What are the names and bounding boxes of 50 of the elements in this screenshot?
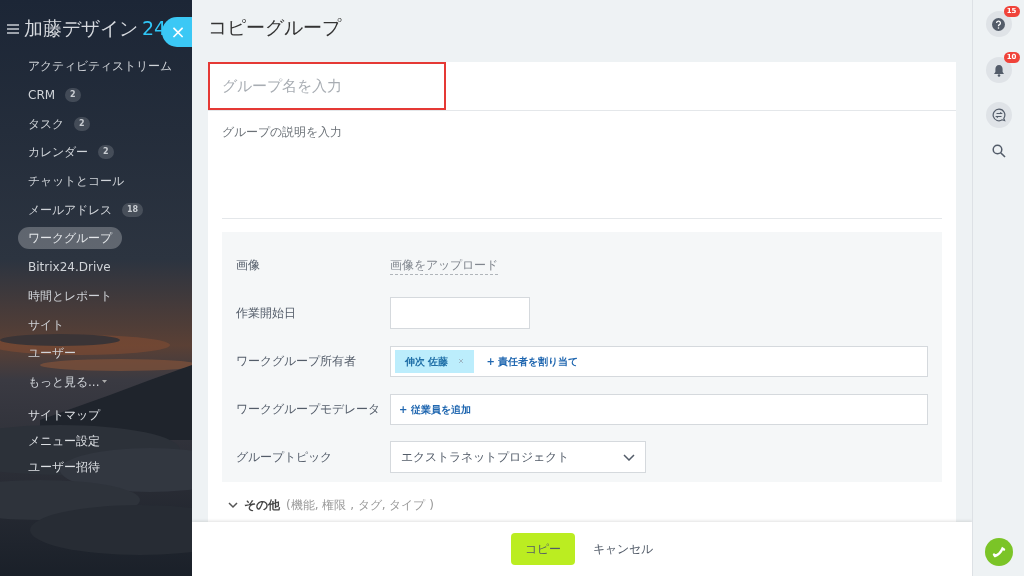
counter-badge: 2 bbox=[65, 88, 81, 103]
menu-icon[interactable] bbox=[6, 22, 20, 35]
sidebar-item[interactable]: タスク bbox=[18, 114, 74, 133]
sidebar-link[interactable]: メニュー設定 bbox=[0, 432, 192, 451]
chevron-down-icon bbox=[623, 453, 635, 461]
sidebar-item[interactable]: ワークグループ bbox=[18, 227, 122, 250]
counter-badge: 18 bbox=[122, 202, 144, 217]
cancel-button[interactable]: キャンセル bbox=[593, 533, 653, 565]
add-link[interactable]: + 責任者を割り当て bbox=[482, 353, 583, 369]
more-hint: (機能, 権限 , タグ, タイプ ) bbox=[286, 497, 434, 514]
more-toggle[interactable]: その他 bbox=[244, 496, 280, 514]
more-link[interactable]: もっと見る... bbox=[28, 372, 100, 391]
bell-icon bbox=[992, 63, 1005, 77]
topic-select[interactable]: エクストラネットプロジェクト bbox=[390, 441, 646, 473]
upload-link[interactable]: 画像をアップロード bbox=[390, 255, 498, 275]
sidebar-item[interactable]: 時間とレポート bbox=[18, 286, 122, 305]
search-icon[interactable] bbox=[991, 144, 1006, 158]
description-field[interactable]: グループの説明を入力 bbox=[222, 111, 942, 219]
field-label: ワークグループ所有者 bbox=[236, 353, 357, 369]
field-label: ワークグループモデレータ bbox=[236, 401, 381, 417]
field-label: 作業開始日 bbox=[236, 305, 297, 321]
counter-badge: 2 bbox=[74, 116, 90, 131]
sidebar-item[interactable]: アクティビティストリーム bbox=[18, 57, 182, 76]
date-field[interactable] bbox=[390, 297, 530, 329]
sidebar-item[interactable]: サイト bbox=[18, 315, 74, 334]
sidebar-item[interactable]: カレンダー bbox=[18, 143, 98, 162]
sidebar-item[interactable]: メールアドレス bbox=[18, 200, 122, 219]
chat-button[interactable] bbox=[985, 102, 1012, 128]
field-label: 画像 bbox=[236, 257, 261, 273]
chat-icon bbox=[991, 108, 1006, 122]
chevron-down-icon[interactable] bbox=[228, 501, 238, 509]
counter-badge: 2 bbox=[98, 145, 114, 160]
sidebar-link[interactable]: サイトマップ bbox=[0, 406, 192, 425]
notifications-button[interactable] bbox=[985, 57, 1012, 83]
sidebar-item[interactable]: ユーザー bbox=[18, 344, 86, 363]
logo-text: 加藤デザイン bbox=[24, 19, 138, 38]
help-button[interactable] bbox=[985, 11, 1012, 37]
people-field[interactable]: + 従業員を追加 bbox=[390, 393, 928, 425]
page-title: コピーグループ bbox=[208, 15, 343, 40]
help-icon bbox=[992, 17, 1005, 31]
group-name-field[interactable]: グループ名を入力 bbox=[208, 62, 446, 110]
caret-icon bbox=[102, 380, 108, 384]
field-label: グループトピック bbox=[236, 449, 333, 465]
sidebar-item[interactable]: CRM bbox=[18, 86, 66, 105]
sidebar-item[interactable]: チャットとコール bbox=[18, 172, 134, 191]
copy-button[interactable]: コピー bbox=[511, 533, 575, 565]
people-field[interactable]: 伸次 佐藤 + 責任者を割り当て bbox=[390, 345, 928, 377]
sidebar-link[interactable]: ユーザー招待 bbox=[0, 458, 192, 477]
add-link[interactable]: + 従業員を追加 bbox=[395, 401, 475, 417]
sidebar-item[interactable]: Bitrix24.Drive bbox=[18, 258, 121, 277]
